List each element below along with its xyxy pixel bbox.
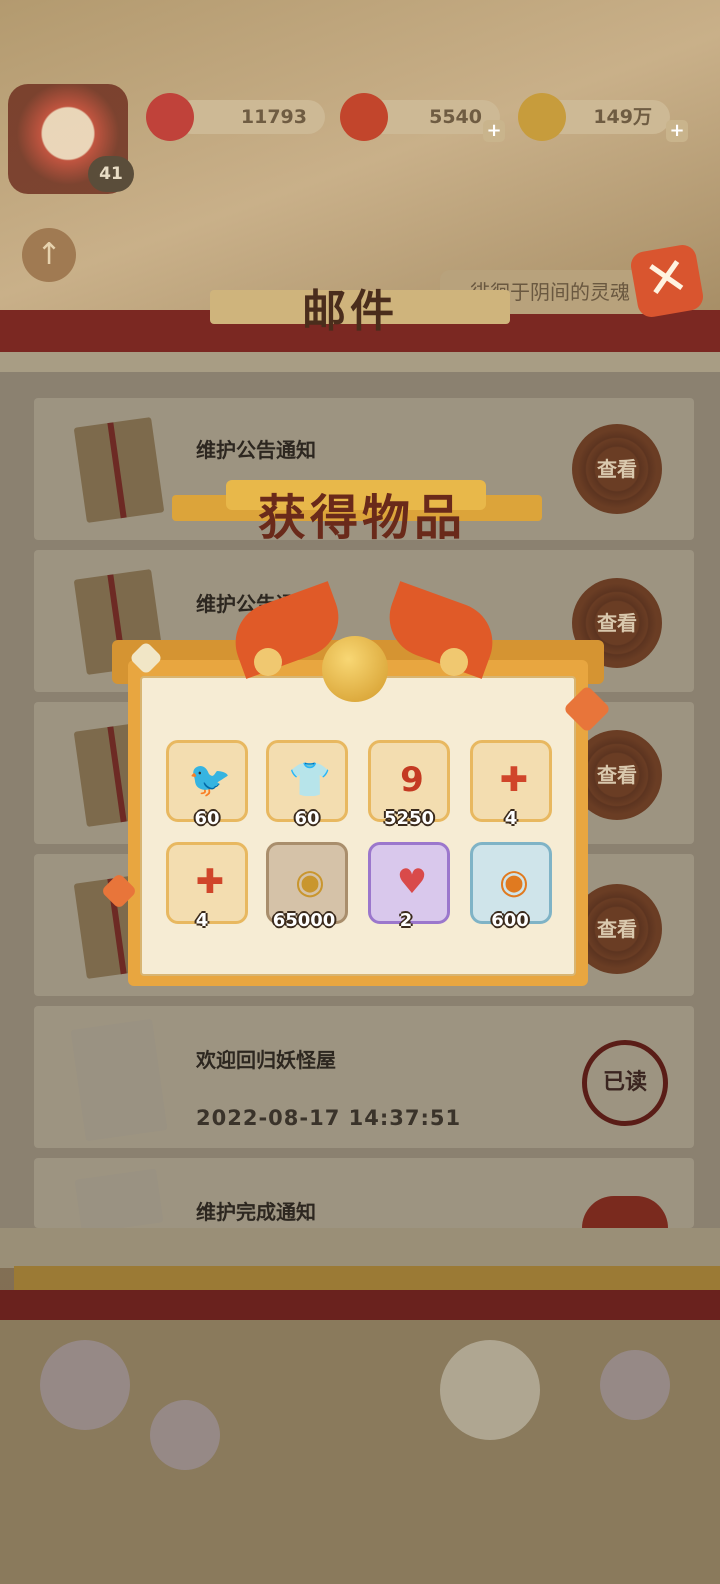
mail-panel-frame xyxy=(0,352,720,372)
envelope-icon xyxy=(73,417,165,523)
mail-date: 2022-08-17 14:37:51 xyxy=(196,1106,462,1130)
mail-title: 邮件 xyxy=(302,286,398,337)
mail-subject: 维护完成通知 xyxy=(196,1200,316,1224)
fire-coin-icon: ◉ xyxy=(499,862,529,902)
player-level-badge: 41 xyxy=(88,156,134,192)
reward-item-count: 4 xyxy=(504,808,518,829)
coin-stack-icon: ◉ xyxy=(295,862,325,902)
letter-icon xyxy=(70,1018,168,1142)
mail-subject: 维护公告通知 xyxy=(196,438,316,462)
bird-icon: 🐦 xyxy=(188,760,232,800)
mail-panel-gold-trim xyxy=(14,1266,720,1292)
reward-item-count: 2 xyxy=(399,910,413,931)
upgrade-arrow-icon[interactable]: ↑ xyxy=(22,228,76,282)
add-magatama-button[interactable]: + xyxy=(483,120,505,142)
bell-knot-icon xyxy=(254,648,282,676)
letter-icon xyxy=(74,1168,164,1234)
milk-carton-icon: ♥ xyxy=(396,862,428,902)
mail-panel-bottom xyxy=(0,1228,720,1268)
mail-subject: 欢迎回归妖怪屋 xyxy=(196,1048,336,1072)
reward-item-count: 600 xyxy=(491,910,529,931)
bell-knot-icon xyxy=(440,648,468,676)
view-mail-button[interactable]: 查看 xyxy=(572,424,662,514)
magatama-icon: 9 xyxy=(400,760,424,800)
mail-panel-red-trim xyxy=(0,1290,720,1320)
bell-icon xyxy=(322,636,388,702)
decor-flower xyxy=(440,1340,540,1440)
reward-title: 获得物品 xyxy=(257,490,466,546)
magatama-icon xyxy=(340,93,388,141)
close-icon[interactable]: ✕ xyxy=(628,242,706,320)
read-stamp: 已读 xyxy=(582,1040,668,1126)
food-plus-icon: ✚ xyxy=(499,760,529,800)
decor-flower xyxy=(40,1340,130,1430)
coin-icon xyxy=(518,93,566,141)
outfit-card-icon: 👕 xyxy=(288,760,332,800)
decor-flower xyxy=(600,1350,670,1420)
food-plus-icon: ✚ xyxy=(195,862,225,902)
stamina-counter: 11793 xyxy=(175,100,325,134)
decor-flower xyxy=(150,1400,220,1470)
add-coins-button[interactable]: + xyxy=(666,120,688,142)
stamina-icon xyxy=(146,93,194,141)
